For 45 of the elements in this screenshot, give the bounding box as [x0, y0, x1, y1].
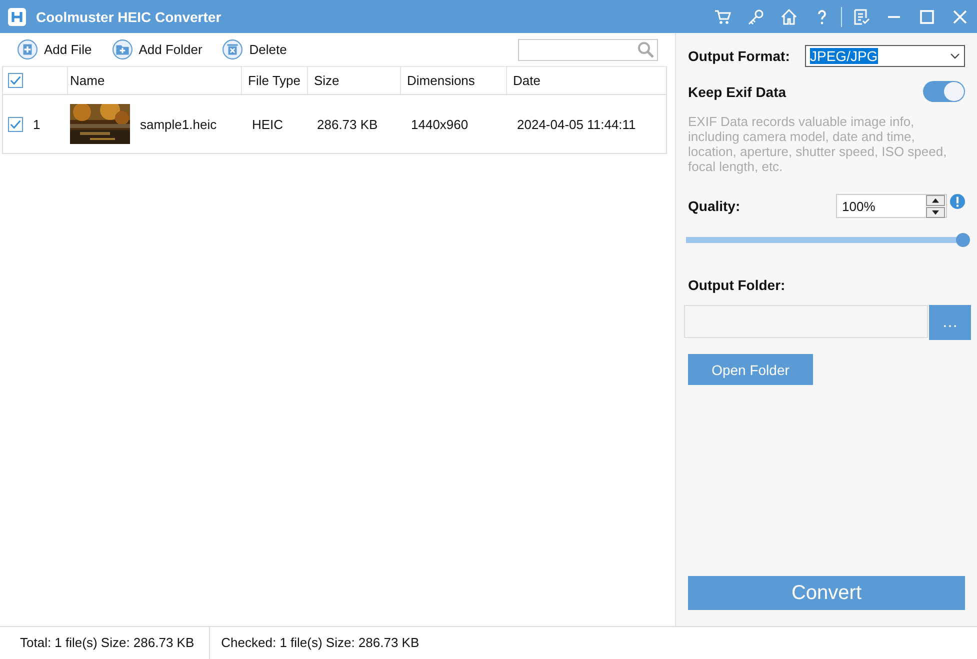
column-header: Name: [70, 73, 105, 88]
file-type: HEIC: [252, 116, 284, 132]
column-header: Date: [513, 73, 540, 88]
quality-slider[interactable]: [686, 233, 970, 247]
register-icon[interactable]: [852, 8, 870, 26]
toolbar-button[interactable]: Delete: [222, 39, 287, 60]
column-header: File Type: [248, 73, 301, 88]
keep-exif-label: Keep Exif Data: [688, 84, 786, 100]
output-folder-field[interactable]: [684, 305, 928, 338]
column-header: Size: [314, 73, 340, 88]
checkbox[interactable]: [8, 116, 23, 132]
close-icon[interactable]: [951, 8, 969, 26]
cart-icon[interactable]: [714, 8, 732, 26]
quality-spinbox[interactable]: 100%: [836, 194, 947, 218]
app-logo-icon: [8, 8, 26, 26]
key-icon[interactable]: [747, 8, 765, 26]
status-text: Checked: 1 file(s) Size: 286.73 KB: [220, 634, 420, 652]
add-folder-icon: [112, 39, 133, 60]
status-text: Total: 1 file(s) Size: 286.73 KB: [0, 627, 210, 659]
add-file-icon: [17, 39, 38, 60]
toolbar-button[interactable]: Add Folder: [112, 39, 202, 60]
column-header: Dimensions: [407, 73, 475, 88]
exif-toggle[interactable]: [923, 81, 965, 102]
output-format-dropdown[interactable]: JPEG/JPG: [805, 45, 965, 67]
info-icon[interactable]: [950, 194, 965, 209]
window-title: Coolmuster HEIC Converter: [36, 8, 222, 24]
file-name: sample1.heic: [140, 116, 217, 132]
checkbox[interactable]: [8, 73, 23, 88]
output-format-label: Output Format:: [688, 48, 790, 64]
search-icon[interactable]: [637, 40, 655, 58]
toolbar-button[interactable]: Add File: [17, 39, 92, 60]
delete-icon: [222, 39, 244, 60]
quality-label: Quality:: [688, 198, 740, 214]
search-field[interactable]: [518, 38, 658, 60]
chevron-icon: [950, 53, 960, 59]
dimensions: 1440x960: [411, 116, 468, 132]
output-folder-label: Output Folder:: [688, 277, 786, 293]
home-icon[interactable]: [780, 8, 798, 26]
date: 2024-04-05 11:44:11: [517, 116, 636, 132]
maximize-icon[interactable]: [918, 8, 936, 26]
exif-description: EXIF Data records valuable image info, including camera model, date and time, location, aperture, shutter speed, ISO speed, focal length, etc.: [688, 114, 948, 174]
decrease-icon[interactable]: [926, 206, 945, 218]
row-number: 1: [33, 116, 40, 132]
file-size: 286.73 KB: [317, 116, 378, 132]
increase-icon[interactable]: [926, 194, 945, 206]
